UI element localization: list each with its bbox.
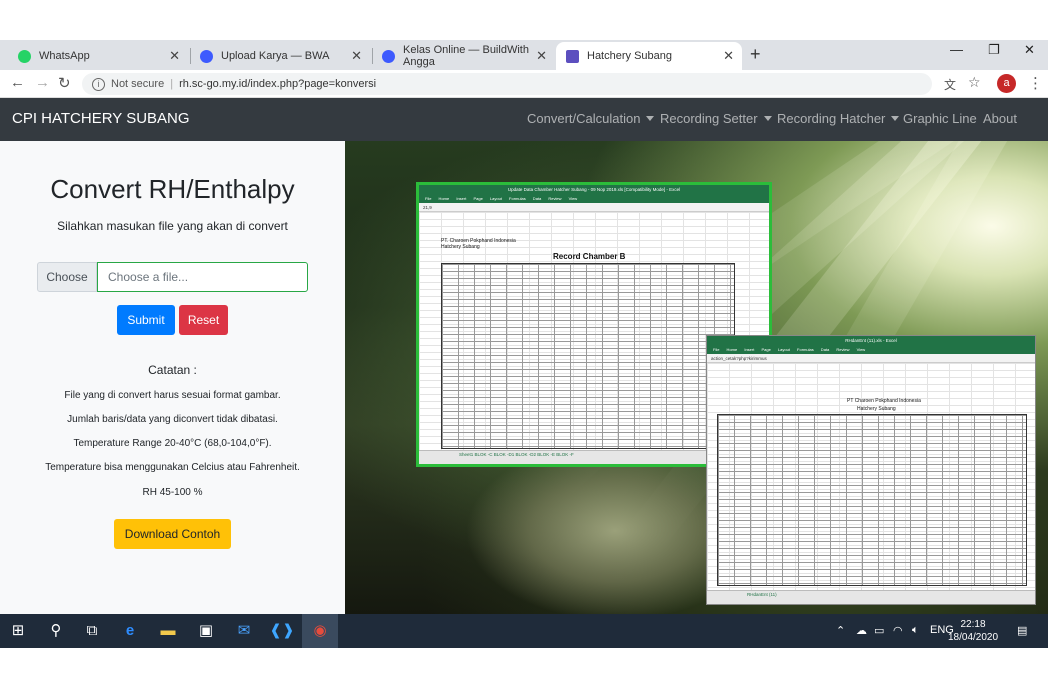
notes-title: Catatan : bbox=[148, 363, 197, 377]
notification-icon[interactable]: ▤ bbox=[1017, 624, 1027, 637]
info-icon[interactable]: i bbox=[92, 77, 105, 91]
chevron-up-icon[interactable]: ⌃ bbox=[836, 624, 845, 637]
clock[interactable]: 22:18 18/04/2020 bbox=[948, 618, 998, 644]
caret-down-icon bbox=[891, 116, 900, 121]
chrome-icon[interactable]: ◉ bbox=[302, 614, 338, 648]
reload-icon[interactable]: ↻ bbox=[58, 74, 71, 92]
new-tab-button[interactable]: + bbox=[750, 44, 761, 65]
close-tab-icon[interactable]: ✕ bbox=[536, 48, 547, 64]
store-icon[interactable]: ▣ bbox=[188, 614, 224, 648]
vscode-icon[interactable]: ❰❱ bbox=[264, 614, 300, 648]
tab-hatchery-subang[interactable]: Hatchery Subang ✕ bbox=[556, 42, 742, 70]
bwa-icon bbox=[200, 49, 213, 63]
wifi-icon[interactable]: ◠ bbox=[893, 624, 903, 637]
battery-icon[interactable]: ▭ bbox=[874, 624, 884, 637]
tab-strip: WhatsApp ✕ Upload Karya — BWA ✕ Kelas On… bbox=[0, 40, 1048, 70]
close-window-icon[interactable]: ✕ bbox=[1024, 42, 1035, 58]
volume-icon[interactable]: 🔈︎ bbox=[912, 624, 919, 637]
note-item: RH 45-100 % bbox=[142, 487, 203, 498]
note-item: File yang di convert harus sesuai format… bbox=[64, 390, 281, 401]
whatsapp-icon bbox=[18, 49, 31, 63]
close-tab-icon[interactable]: ✕ bbox=[351, 48, 362, 64]
tab-upload-karya[interactable]: Upload Karya — BWA ✕ bbox=[190, 42, 370, 70]
bwa-icon bbox=[382, 49, 395, 63]
nav-about[interactable]: About bbox=[983, 111, 1017, 126]
page-title: Convert RH/Enthalpy bbox=[50, 174, 295, 204]
nav-convert-calculation[interactable]: Convert/Calculation bbox=[527, 111, 655, 126]
windows-start-icon[interactable]: ⊞ bbox=[0, 614, 36, 648]
file-input[interactable]: Choose a file... bbox=[97, 262, 308, 292]
mail-icon[interactable]: ✉ bbox=[226, 614, 262, 648]
maximize-icon[interactable]: ❐ bbox=[988, 42, 1000, 58]
caret-down-icon bbox=[763, 116, 772, 121]
bookmark-star-icon[interactable]: ☆ bbox=[968, 74, 981, 91]
back-icon[interactable]: ← bbox=[10, 74, 25, 91]
translate-icon[interactable]: 文 bbox=[944, 76, 956, 93]
choose-file-button[interactable]: Choose bbox=[37, 262, 97, 292]
submit-button[interactable]: Submit bbox=[117, 305, 175, 335]
address-bar: ← → ↻ i Not secure | rh.sc-go.my.id/inde… bbox=[0, 70, 1048, 98]
forward-icon[interactable]: → bbox=[35, 74, 50, 91]
note-item: Temperature bisa menggunakan Celcius ata… bbox=[45, 462, 300, 473]
nav-recording-setter[interactable]: Recording Setter bbox=[660, 111, 772, 126]
task-view-icon[interactable]: ⧉ bbox=[74, 614, 110, 648]
file-explorer-icon[interactable]: ▬ bbox=[150, 614, 186, 648]
cloud-icon[interactable]: ☁ bbox=[856, 624, 867, 637]
url-field[interactable]: i Not secure | rh.sc-go.my.id/index.php?… bbox=[82, 73, 932, 95]
avatar[interactable]: a bbox=[997, 74, 1016, 93]
edge-icon[interactable]: e bbox=[112, 614, 148, 648]
close-tab-icon[interactable]: ✕ bbox=[169, 48, 180, 64]
reset-button[interactable]: Reset bbox=[179, 305, 228, 335]
close-tab-icon[interactable]: ✕ bbox=[723, 48, 734, 64]
brand[interactable]: CPI HATCHERY SUBANG bbox=[12, 110, 190, 127]
caret-down-icon bbox=[646, 116, 655, 121]
minimize-icon[interactable]: — bbox=[950, 42, 963, 57]
menu-dots-icon[interactable]: ⋮ bbox=[1028, 74, 1043, 92]
tab-kelas-online[interactable]: Kelas Online — BuildWith Angga ✕ bbox=[372, 42, 555, 70]
tab-whatsapp[interactable]: WhatsApp ✕ bbox=[8, 42, 188, 70]
nav-graphic-line[interactable]: Graphic Line bbox=[903, 111, 977, 126]
note-item: Temperature Range 20-40°C (68,0-104,0°F)… bbox=[73, 438, 272, 449]
convert-panel: Convert RH/Enthalpy Silahkan masukan fil… bbox=[0, 141, 345, 614]
search-icon[interactable]: ⚲ bbox=[38, 614, 74, 648]
windows-taskbar: ⊞ ⚲ ⧉ e ▬ ▣ ✉ ❰❱ ◉ ⌃ ☁ ▭ ◠ 🔈︎ ENG 22:18 … bbox=[0, 614, 1048, 648]
page-subtitle: Silahkan masukan file yang akan di conve… bbox=[57, 219, 288, 233]
note-item: Jumlah baris/data yang diconvert tidak d… bbox=[67, 414, 278, 425]
nav-recording-hatcher[interactable]: Recording Hatcher bbox=[777, 111, 900, 126]
excel-screenshot-rh-enthalpy: RHdanEnt (11).xls - Excel File Home Inse… bbox=[706, 335, 1036, 605]
site-navbar: CPI HATCHERY SUBANG Convert/Calculation … bbox=[0, 98, 1048, 141]
download-example-button[interactable]: Download Contoh bbox=[114, 519, 231, 549]
site-icon bbox=[566, 49, 579, 63]
